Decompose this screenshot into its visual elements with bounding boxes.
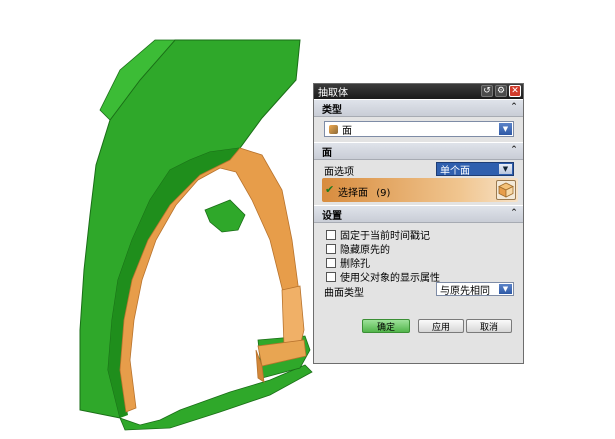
dropdown-arrow-icon[interactable]: ▼ (499, 164, 512, 174)
face-option-label: 面选项 (324, 167, 354, 178)
checkbox-box[interactable] (326, 257, 336, 268)
dialog-title: 抽取体 (318, 88, 348, 99)
ok-button[interactable]: 确定 (362, 319, 410, 333)
section-type-label: 类型 (322, 104, 342, 116)
settings-body: 固定于当前时间戳记 隐藏原先的 删除孔 使用父对象的显示属性 曲面类型 与原先相… (314, 223, 523, 307)
checkbox-parent-display[interactable]: 使用父对象的显示属性 (326, 269, 440, 284)
select-face-row: ✔ 选择面 (9) (314, 178, 523, 205)
type-row: 面 ▼ (314, 117, 523, 142)
titlebar-buttons: ↺ ⚙ ✕ (481, 85, 521, 97)
section-settings-header[interactable]: 设置 ⌃ (314, 205, 523, 223)
select-face-label: 选择面 (338, 188, 368, 199)
checkbox-delete-holes[interactable]: 删除孔 (326, 255, 370, 270)
dialog-titlebar[interactable]: 抽取体 ↺ ⚙ ✕ (314, 84, 523, 99)
apply-button[interactable]: 应用 (418, 319, 464, 333)
select-face-text: 选择面 (9) (338, 184, 390, 199)
extract-body-dialog: 抽取体 ↺ ⚙ ✕ 类型 ⌃ 面 ▼ 面 ⌃ 面选项 单个面 ▼ ✔ 选择面 (… (313, 83, 524, 364)
reset-icon[interactable]: ↺ (481, 85, 493, 97)
collapse-arrow-icon[interactable]: ⌃ (509, 145, 519, 155)
checkbox-box[interactable] (326, 271, 336, 282)
checkbox-hide-original[interactable]: 隐藏原先的 (326, 241, 390, 256)
collapse-arrow-icon[interactable]: ⌃ (509, 102, 519, 112)
face-option-value: 单个面 (440, 165, 470, 177)
cancel-button[interactable]: 取消 (466, 319, 512, 333)
checkmark-icon: ✔ (325, 183, 335, 196)
checkbox-label: 隐藏原先的 (340, 245, 390, 256)
checkbox-label: 删除孔 (340, 259, 370, 270)
checkbox-label: 使用父对象的显示属性 (340, 273, 440, 284)
select-face-count: (9) (376, 188, 391, 199)
checkbox-box[interactable] (326, 243, 336, 254)
face-type-icon (329, 124, 338, 134)
button-row: 确定 应用 取消 (314, 319, 523, 335)
cube-selection-icon[interactable] (496, 180, 516, 200)
gear-icon[interactable]: ⚙ (495, 85, 507, 97)
dropdown-arrow-icon[interactable]: ▼ (499, 123, 512, 135)
face-option-row: 面选项 单个面 ▼ (314, 160, 523, 178)
section-settings-label: 设置 (322, 210, 342, 222)
type-dropdown-value: 面 (342, 125, 352, 137)
checkbox-box[interactable] (326, 229, 336, 240)
type-dropdown[interactable]: 面 ▼ (324, 121, 514, 137)
surface-type-dropdown[interactable]: 与原先相同 ▼ (436, 282, 514, 297)
section-face-label: 面 (322, 147, 332, 159)
select-face-bar[interactable]: ✔ 选择面 (9) (322, 178, 518, 202)
collapse-arrow-icon[interactable]: ⌃ (509, 208, 519, 218)
section-face-header[interactable]: 面 ⌃ (314, 142, 523, 160)
surface-type-label: 曲面类型 (324, 288, 364, 299)
surface-type-value: 与原先相同 (440, 285, 490, 297)
dropdown-arrow-icon[interactable]: ▼ (499, 284, 512, 294)
section-type-header[interactable]: 类型 ⌃ (314, 99, 523, 117)
checkbox-fix-timestamp[interactable]: 固定于当前时间戳记 (326, 227, 430, 242)
checkbox-label: 固定于当前时间戳记 (340, 231, 430, 242)
close-icon[interactable]: ✕ (509, 85, 521, 97)
face-option-dropdown[interactable]: 单个面 ▼ (436, 162, 514, 177)
